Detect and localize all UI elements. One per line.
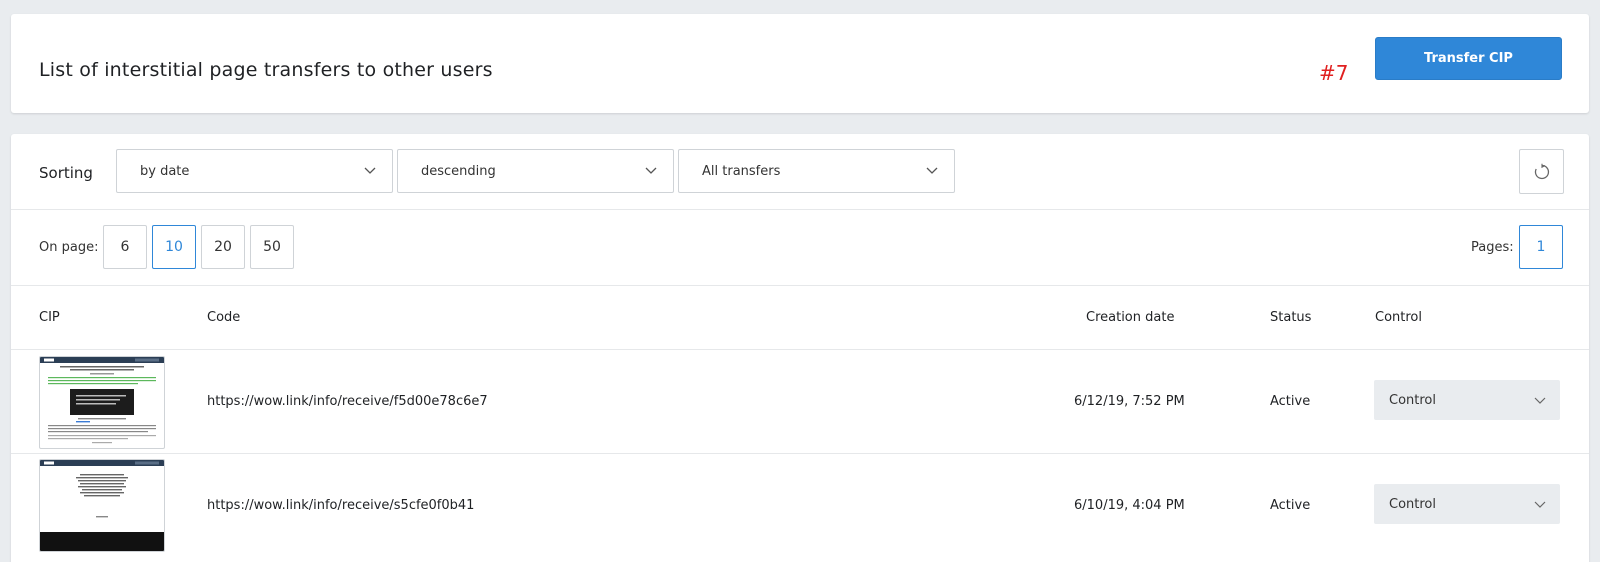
- table-row: https://wow.link/info/receive/s5cfe0f0b4…: [11, 454, 1589, 558]
- transfers-list-card: Sorting by date descending All transfers…: [11, 134, 1589, 562]
- creation-date: 6/10/19, 4:04 PM: [1074, 498, 1185, 513]
- transfer-cip-button[interactable]: Transfer CIP: [1375, 37, 1562, 80]
- table-row: https://wow.link/info/receive/f5d00e78c6…: [11, 350, 1589, 454]
- control-label: Control: [1389, 392, 1436, 408]
- divider: [11, 209, 1589, 210]
- chevron-down-icon: [1534, 501, 1546, 508]
- column-header-cip: CIP: [39, 310, 60, 325]
- refresh-button[interactable]: [1519, 149, 1564, 194]
- column-header-creation-date: Creation date: [1086, 310, 1175, 325]
- sort-order-select[interactable]: descending: [397, 149, 674, 193]
- column-header-status: Status: [1270, 310, 1312, 325]
- status-text: Active: [1270, 394, 1311, 409]
- page-size-10[interactable]: 10: [152, 225, 196, 269]
- column-header-code: Code: [207, 310, 241, 325]
- chevron-down-icon: [645, 167, 657, 174]
- sort-by-select[interactable]: by date: [116, 149, 393, 193]
- chevron-down-icon: [364, 167, 376, 174]
- cip-code-link[interactable]: https://wow.link/info/receive/f5d00e78c6…: [207, 394, 488, 409]
- header-card: List of interstitial page transfers to o…: [11, 14, 1589, 113]
- annotation-label: #7: [1319, 61, 1349, 85]
- sorting-label: Sorting: [39, 164, 93, 182]
- refresh-icon: [1534, 163, 1549, 179]
- page-preview-image: [40, 460, 164, 551]
- sort-by-value: by date: [140, 163, 190, 179]
- filter-select[interactable]: All transfers: [678, 149, 955, 193]
- column-header-control: Control: [1375, 310, 1422, 325]
- chevron-down-icon: [926, 167, 938, 174]
- pages-label: Pages:: [1471, 240, 1514, 255]
- cip-thumbnail[interactable]: [39, 459, 165, 552]
- control-label: Control: [1389, 496, 1436, 512]
- page-size-50[interactable]: 50: [250, 225, 294, 269]
- chevron-down-icon: [1534, 397, 1546, 404]
- cip-code-link[interactable]: https://wow.link/info/receive/s5cfe0f0b4…: [207, 498, 474, 513]
- page-title: List of interstitial page transfers to o…: [39, 59, 493, 81]
- control-dropdown[interactable]: Control: [1374, 380, 1560, 420]
- creation-date: 6/12/19, 7:52 PM: [1074, 394, 1185, 409]
- on-page-label: On page:: [39, 240, 99, 255]
- sort-order-value: descending: [421, 163, 496, 179]
- page-size-20[interactable]: 20: [201, 225, 245, 269]
- cip-thumbnail[interactable]: [39, 356, 165, 449]
- divider: [11, 285, 1589, 286]
- page-size-6[interactable]: 6: [103, 225, 147, 269]
- page-preview-image: [40, 357, 164, 444]
- control-dropdown[interactable]: Control: [1374, 484, 1560, 524]
- status-text: Active: [1270, 498, 1311, 513]
- page-button-1[interactable]: 1: [1519, 225, 1563, 269]
- filter-value: All transfers: [702, 163, 781, 179]
